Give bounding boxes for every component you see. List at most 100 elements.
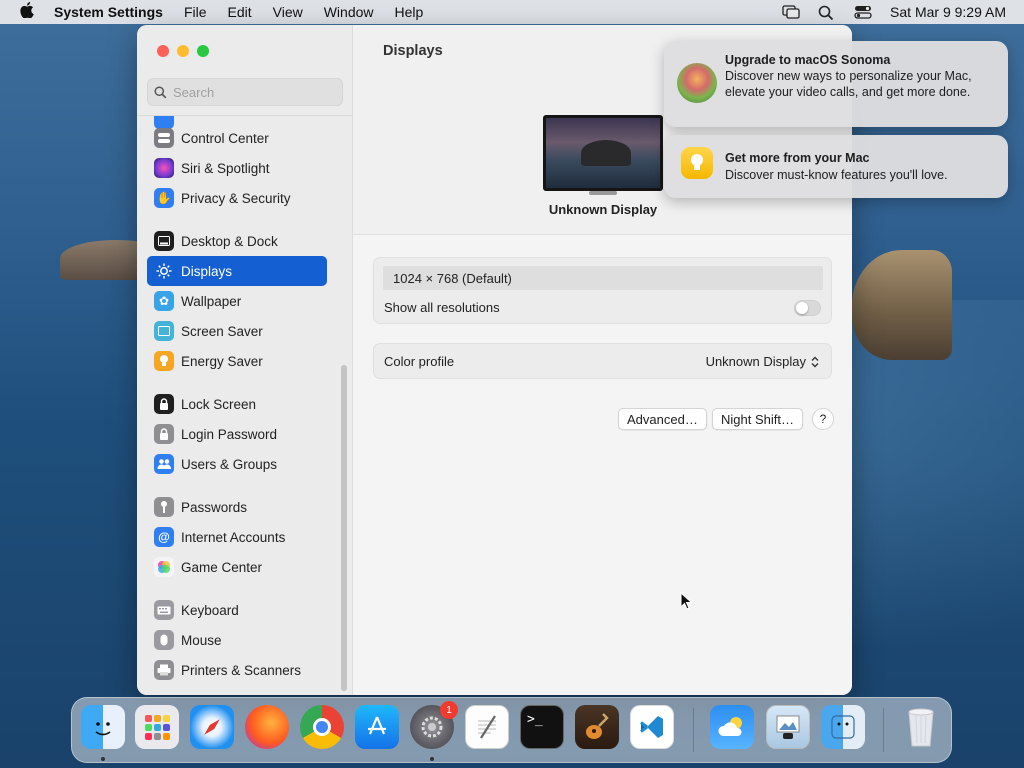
garageband-icon[interactable] (575, 705, 619, 749)
mouse-icon (154, 630, 174, 650)
launchpad-icon[interactable] (135, 705, 179, 749)
finder-folder-icon[interactable] (821, 705, 865, 749)
menu-file[interactable]: File (184, 4, 207, 20)
sidebar-item-passwords[interactable]: Passwords (147, 492, 327, 522)
menu-edit[interactable]: Edit (228, 4, 252, 20)
sidebar-item-label: Control Center (181, 130, 269, 146)
bulb-icon (154, 351, 174, 371)
menu-window[interactable]: Window (324, 4, 374, 20)
sidebar-item-label: Users & Groups (181, 456, 278, 472)
running-indicator (101, 757, 105, 761)
notification-badge: 1 (440, 701, 458, 719)
chrome-icon[interactable] (300, 705, 344, 749)
screen-saver-icon (154, 321, 174, 341)
sonoma-icon (677, 63, 717, 103)
firefox-icon[interactable] (245, 705, 289, 749)
sidebar-item-screen-saver[interactable]: Screen Saver (147, 316, 327, 346)
spotlight-search-icon[interactable] (818, 5, 836, 21)
sidebar-item-label: Displays (181, 263, 233, 279)
advanced-button[interactable]: Advanced… (618, 408, 707, 430)
lock-icon (154, 394, 174, 414)
sidebar-item-siri-spotlight[interactable]: Siri & Spotlight (147, 153, 327, 183)
sidebar-item-privacy-security[interactable]: ✋ Privacy & Security (147, 183, 327, 213)
sidebar-item-control-center[interactable]: Control Center (147, 123, 327, 153)
terminal-icon[interactable]: >_ (520, 705, 564, 749)
trash-icon[interactable] (899, 705, 943, 749)
sidebar-item-label: Energy Saver (181, 353, 263, 369)
menu-bar: System Settings File Edit View Window He… (0, 0, 1024, 24)
sidebar-item-label: Printers & Scanners (181, 662, 302, 678)
sidebar-item-displays[interactable]: Displays (147, 256, 327, 286)
sidebar-item-keyboard[interactable]: Keyboard (147, 595, 327, 625)
show-all-resolutions-toggle[interactable] (794, 300, 821, 316)
control-center-icon[interactable] (854, 5, 872, 19)
printer-icon (154, 660, 174, 680)
at-icon: @ (154, 527, 174, 547)
search-input[interactable] (173, 84, 333, 100)
app-store-icon[interactable] (355, 705, 399, 749)
sidebar-item-wallpaper[interactable]: ✿ Wallpaper (147, 286, 327, 316)
sidebar-item-printers-scanners[interactable]: Printers & Scanners (147, 655, 327, 685)
close-button[interactable] (157, 45, 169, 57)
vscode-icon[interactable] (630, 705, 674, 749)
resolution-panel: 1024 × 768 (Default) Show all resolution… (373, 257, 832, 324)
sidebar-item-label: Screen Saver (181, 323, 263, 339)
sun-icon (154, 261, 174, 281)
menu-help[interactable]: Help (395, 4, 424, 20)
sidebar-item-energy-saver[interactable]: Energy Saver (147, 346, 327, 376)
keyboard-icon (154, 600, 174, 620)
sidebar-scrollbar[interactable] (341, 365, 347, 691)
color-profile-select[interactable]: Unknown Display (706, 354, 819, 369)
game-center-icon (154, 557, 174, 577)
chevron-up-down-icon (811, 356, 819, 367)
sidebar-item-mouse[interactable]: Mouse (147, 625, 327, 655)
notification-body: Discover must-know features you'll love. (725, 168, 948, 182)
sidebar-list[interactable]: Control Center Siri & Spotlight ✋ Privac… (137, 115, 353, 695)
display-thumbnail[interactable] (543, 115, 663, 191)
finder-icon[interactable] (81, 705, 125, 749)
resolution-option-selected[interactable]: 1024 × 768 (Default) (383, 266, 823, 290)
weather-icon[interactable] (710, 705, 754, 749)
sidebar-item-label: Wallpaper (181, 293, 242, 309)
sidebar-item-login-password[interactable]: Login Password (147, 419, 327, 449)
wallpaper-island-right (852, 250, 952, 360)
help-button[interactable]: ? (812, 408, 834, 430)
preview-icon[interactable] (766, 705, 810, 749)
night-shift-button[interactable]: Night Shift… (712, 408, 803, 430)
search-field[interactable] (147, 78, 343, 106)
minimize-button[interactable] (177, 45, 189, 57)
menu-view[interactable]: View (273, 4, 303, 20)
sidebar-item-internet-accounts[interactable]: @ Internet Accounts (147, 522, 327, 552)
window-controls (157, 45, 209, 57)
notification-sonoma[interactable]: Upgrade to macOS Sonoma Discover new way… (664, 41, 1008, 127)
search-icon (154, 85, 167, 98)
menu-clock[interactable]: Sat Mar 9 9:29 AM (890, 4, 1006, 20)
safari-icon[interactable] (190, 705, 234, 749)
sidebar-item-game-center[interactable]: Game Center (147, 552, 327, 582)
sidebar-item-users-groups[interactable]: Users & Groups (147, 449, 327, 479)
show-all-resolutions-label: Show all resolutions (384, 300, 500, 315)
notification-body: Discover new ways to personalize your Ma… (725, 69, 972, 99)
zoom-button[interactable] (197, 45, 209, 57)
sidebar-item-label: Mouse (181, 632, 222, 648)
running-indicator (430, 757, 434, 761)
apple-menu-icon[interactable] (0, 2, 54, 22)
color-profile-label: Color profile (384, 354, 455, 369)
dock-separator (883, 708, 884, 752)
system-settings-icon[interactable]: 1 (410, 701, 458, 749)
sidebar-item-label: Game Center (181, 559, 263, 575)
textedit-icon[interactable] (465, 705, 509, 749)
sidebar-item-lock-screen[interactable]: Lock Screen (147, 389, 327, 419)
users-icon (154, 454, 174, 474)
notification-title: Get more from your Mac (725, 151, 870, 165)
tips-icon (681, 147, 713, 179)
screen-mirroring-icon[interactable] (782, 5, 800, 19)
notification-title: Upgrade to macOS Sonoma (725, 53, 891, 67)
sidebar-item-label: Siri & Spotlight (181, 160, 270, 176)
menu-app-name[interactable]: System Settings (54, 4, 163, 20)
mouse-cursor-icon (680, 591, 694, 617)
padlock-icon (154, 424, 174, 444)
sidebar-item-label: Internet Accounts (181, 529, 286, 545)
sidebar-item-desktop-dock[interactable]: Desktop & Dock (147, 226, 327, 256)
notification-tips[interactable]: Get more from your Mac Discover must-kno… (664, 135, 1008, 198)
